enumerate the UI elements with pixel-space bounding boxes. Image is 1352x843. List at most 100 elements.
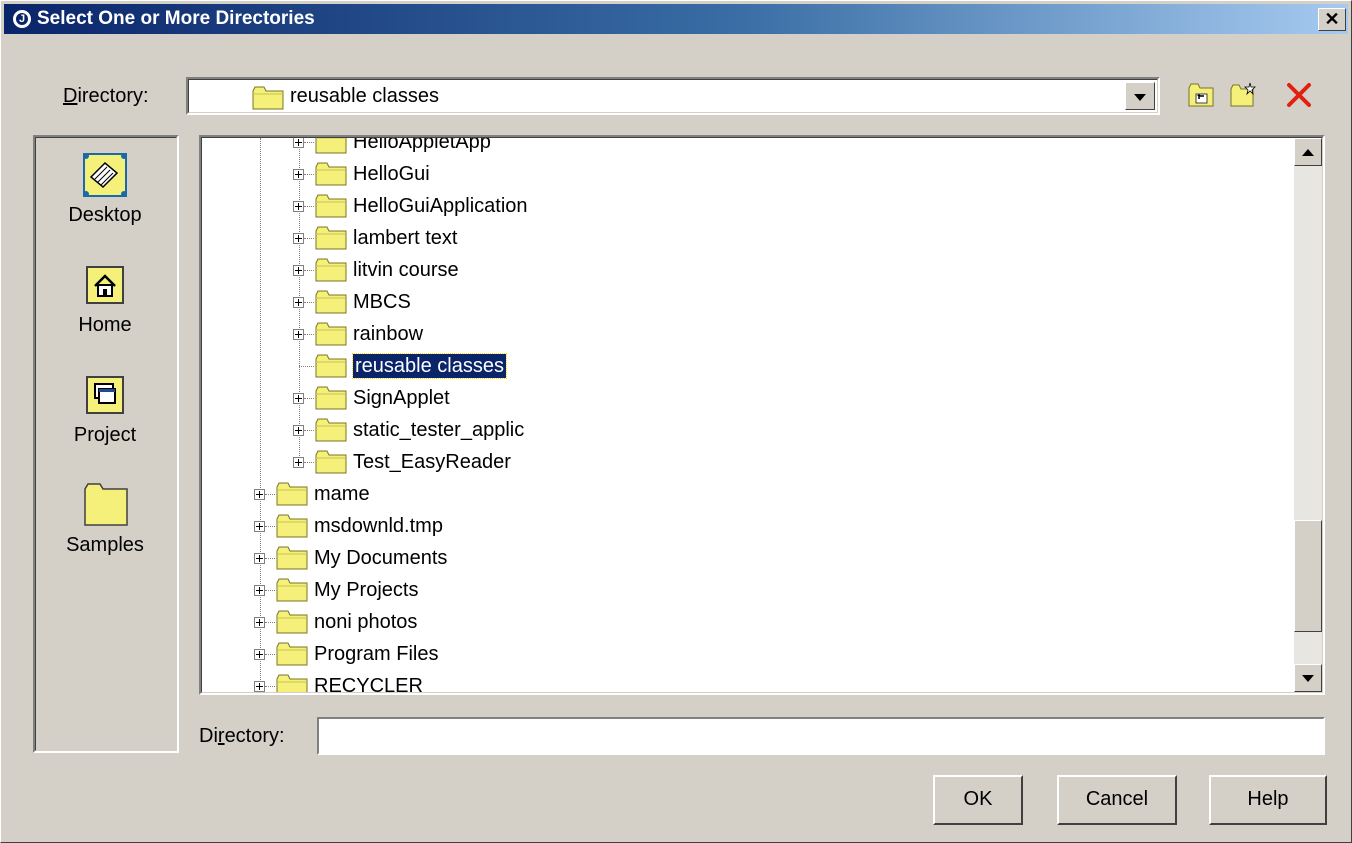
tree-connector [265, 526, 275, 527]
tree-row[interactable]: MBCS [202, 289, 1292, 317]
folder-icon [315, 258, 347, 282]
tree-connector [304, 430, 314, 431]
expand-plus-icon[interactable] [293, 393, 304, 404]
directory-combo-label: Directory: [63, 85, 149, 107]
app-logo-icon: J [12, 9, 32, 29]
tree-item-label: noni photos [314, 611, 418, 633]
tree-item-label: lambert text [353, 227, 458, 249]
directory-combo[interactable]: reusable classes [186, 77, 1160, 115]
tree-item-label: SignApplet [353, 387, 450, 409]
tree-item-label: rainbow [353, 323, 424, 345]
tree-connector [265, 558, 275, 559]
tree-item-label: MBCS [353, 291, 411, 313]
new-folder-icon[interactable] [1229, 81, 1257, 109]
expand-plus-icon[interactable] [293, 425, 304, 436]
folder-icon [315, 322, 347, 346]
delete-icon[interactable] [1285, 81, 1313, 109]
tree-row[interactable]: SignApplet [202, 385, 1292, 413]
tree-connector [304, 334, 314, 335]
tree-row[interactable]: static_tester_applic [202, 417, 1292, 445]
tree-item-label: HelloGui [353, 163, 430, 185]
tree-item-label: Program Files [314, 643, 439, 665]
expand-plus-icon[interactable] [293, 297, 304, 308]
tree-row[interactable]: HelloGui [202, 161, 1292, 189]
folder-icon [315, 162, 347, 186]
scroll-down-arrow-icon[interactable] [1294, 664, 1322, 692]
tree-row[interactable]: msdownld.tmp [202, 513, 1292, 541]
place-home[interactable]: Home [35, 261, 175, 337]
tree-row[interactable]: Test_EasyReader [202, 449, 1292, 477]
folder-icon [276, 610, 308, 634]
place-label: Samples [66, 534, 144, 556]
folder-icon [315, 226, 347, 250]
samples-folder-icon [84, 483, 128, 526]
place-desktop[interactable]: Desktop [35, 151, 175, 227]
help-button[interactable]: Help [1209, 775, 1327, 825]
tree-row[interactable]: Program Files [202, 641, 1292, 669]
tree-item-label-selected: reusable classes [352, 353, 507, 379]
desktop-icon [83, 153, 127, 197]
tree-connector [304, 302, 314, 303]
tree-row[interactable]: My Documents [202, 545, 1292, 573]
folder-icon [315, 290, 347, 314]
expand-plus-icon[interactable] [254, 681, 265, 692]
folder-icon [276, 578, 308, 602]
expand-plus-icon[interactable] [293, 169, 304, 180]
place-project[interactable]: Project [35, 371, 175, 447]
tree-row[interactable]: litvin course [202, 257, 1292, 285]
expand-plus-icon[interactable] [293, 457, 304, 468]
places-sidebar: Desktop Home Project Samples [33, 135, 179, 753]
tree-connector [265, 654, 275, 655]
tree-row[interactable]: reusable classes [202, 353, 1292, 381]
expand-plus-icon[interactable] [254, 521, 265, 532]
expand-plus-icon[interactable] [293, 138, 304, 148]
scroll-thumb[interactable] [1294, 520, 1322, 632]
tree-item-label: RECYCLER [314, 675, 423, 693]
folder-icon [315, 194, 347, 218]
scroll-up-arrow-icon[interactable] [1294, 138, 1322, 166]
folder-icon [315, 354, 347, 378]
expand-plus-icon[interactable] [293, 265, 304, 276]
title-bar[interactable]: J Select One or More Directories ✕ [4, 4, 1348, 34]
tree-item-label: litvin course [353, 259, 459, 281]
directory-tree[interactable]: HelloAppletApp HelloGui HelloGuiApplicatio… [199, 135, 1325, 695]
tree-row[interactable]: lambert text [202, 225, 1292, 253]
tree-row[interactable]: mame [202, 481, 1292, 509]
tree-connector [265, 686, 275, 687]
expand-plus-icon[interactable] [254, 489, 265, 500]
tree-item-label: static_tester_applic [353, 419, 525, 441]
tree-row[interactable]: HelloGuiApplication [202, 193, 1292, 221]
expand-plus-icon[interactable] [254, 553, 265, 564]
expand-plus-icon[interactable] [254, 649, 265, 660]
project-icon [86, 376, 124, 414]
tree-row[interactable]: RECYCLER [202, 673, 1292, 693]
expand-plus-icon[interactable] [293, 329, 304, 340]
up-one-level-icon[interactable] [1187, 81, 1215, 109]
tree-item-label: HelloGuiApplication [353, 195, 528, 217]
tree-connector [304, 142, 314, 143]
tree-item-label: My Documents [314, 547, 448, 569]
tree-row[interactable]: rainbow [202, 321, 1292, 349]
window-title: Select One or More Directories [37, 8, 315, 29]
folder-icon [276, 482, 308, 506]
tree-row[interactable]: My Projects [202, 577, 1292, 605]
folder-icon [315, 418, 347, 442]
expand-plus-icon[interactable] [293, 233, 304, 244]
ok-button[interactable]: OK [933, 775, 1023, 825]
close-button[interactable]: ✕ [1318, 8, 1346, 31]
tree-row[interactable]: HelloAppletApp [202, 138, 1292, 157]
tree-vertical-scrollbar[interactable] [1294, 138, 1322, 692]
place-samples[interactable]: Samples [35, 481, 175, 557]
cancel-button[interactable]: Cancel [1057, 775, 1177, 825]
combo-dropdown-arrow-icon[interactable] [1125, 82, 1155, 110]
expand-plus-icon[interactable] [254, 617, 265, 628]
tree-row[interactable]: noni photos [202, 609, 1292, 637]
folder-icon [315, 386, 347, 410]
folder-icon [276, 514, 308, 538]
directory-field[interactable] [317, 717, 1325, 755]
expand-plus-icon[interactable] [293, 201, 304, 212]
tree-connector [304, 238, 314, 239]
place-label: Desktop [68, 204, 142, 226]
tree-connector [304, 270, 314, 271]
expand-plus-icon[interactable] [254, 585, 265, 596]
